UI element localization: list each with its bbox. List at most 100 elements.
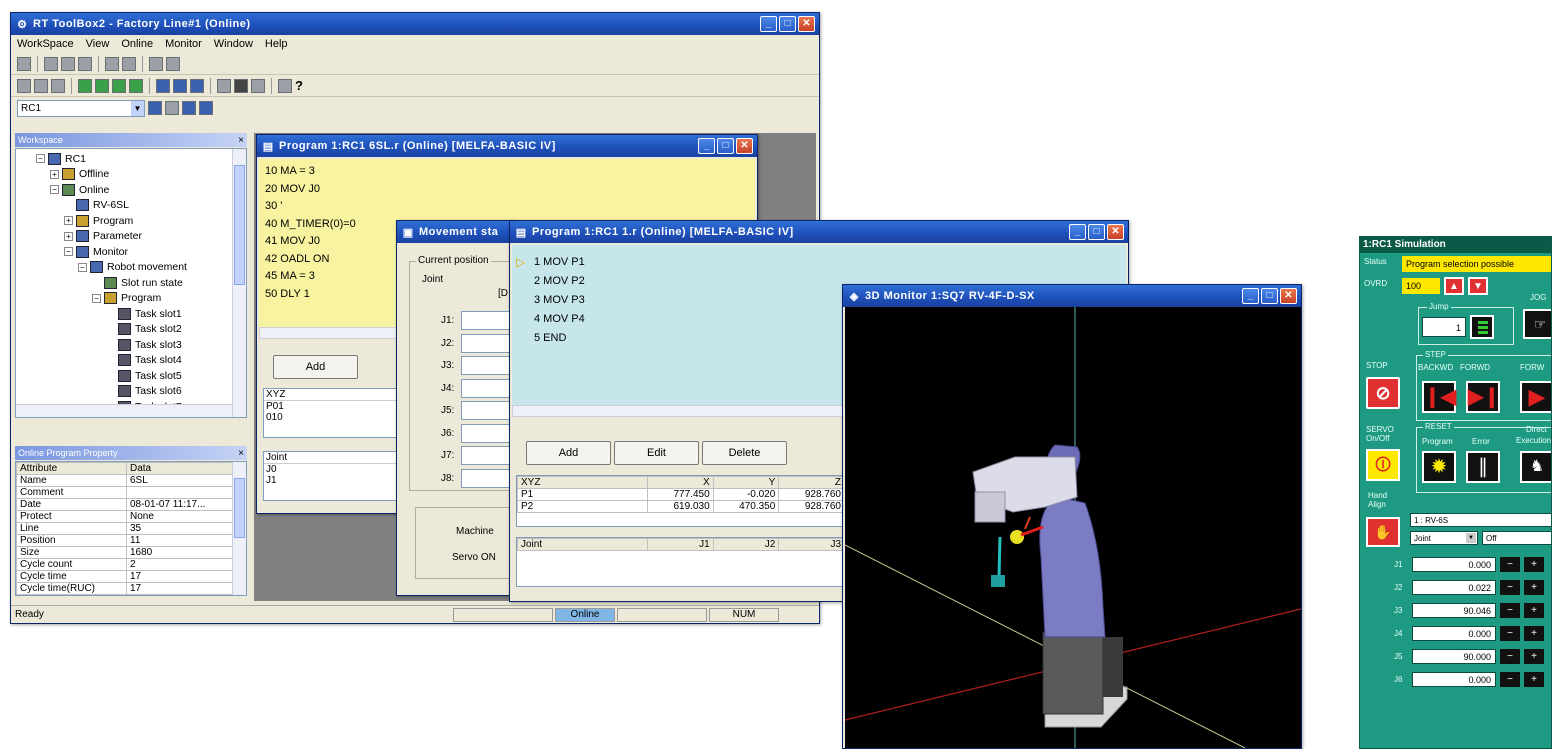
property-row[interactable]: Comment — [16, 486, 234, 499]
joint-header-j2[interactable]: J2 — [712, 538, 780, 551]
hand-align-button[interactable]: ✋ — [1366, 517, 1400, 547]
xyz-row[interactable]: 010 — [264, 412, 412, 423]
chevron-down-icon[interactable]: ▼ — [131, 100, 144, 116]
parameter-icon[interactable] — [173, 78, 187, 93]
tree-node[interactable]: + Parameter — [16, 229, 246, 245]
close-button[interactable]: ✕ — [1107, 224, 1124, 240]
save-icon[interactable] — [17, 56, 31, 71]
program-1-titlebar[interactable]: ▤ Program 1:RC1 1.r (Online) [MELFA-BASI… — [510, 221, 1128, 243]
tree-hscrollbar[interactable] — [16, 404, 232, 417]
program-line[interactable]: 1 MOV P1 — [534, 253, 822, 272]
tool-select[interactable]: Off — [1482, 531, 1551, 545]
close-icon[interactable]: × — [238, 135, 247, 146]
main-titlebar[interactable]: ⚙ RT ToolBox2 - Factory Line#1 (Online) … — [11, 13, 819, 35]
property-row[interactable]: Size 1680 — [16, 546, 234, 559]
jog-minus-button[interactable]: − — [1500, 672, 1520, 687]
redo-icon[interactable] — [122, 56, 136, 71]
joint-row[interactable]: J1 — [264, 475, 412, 486]
copy-icon[interactable] — [61, 56, 75, 71]
variable-icon[interactable] — [251, 78, 265, 93]
tree-node[interactable]: Task slot1 — [16, 306, 246, 322]
3d-monitor-titlebar[interactable]: ◈ 3D Monitor 1:SQ7 RV-4F-D-SX _ □ ✕ — [843, 285, 1301, 307]
ovrd-value[interactable]: 100 — [1402, 278, 1440, 294]
xyz-header-z[interactable]: Z — [778, 476, 845, 489]
edit-button[interactable]: Edit — [614, 441, 699, 465]
property-row[interactable]: Cycle count 2 — [16, 558, 234, 571]
joint-header-j1[interactable]: J1 — [647, 538, 714, 551]
property-header-data[interactable]: Data — [126, 462, 234, 475]
menu-help[interactable]: Help — [265, 38, 288, 50]
xyz-row[interactable]: P1 777.450 -0.020 928.760 — [517, 488, 845, 501]
offline-icon[interactable] — [95, 78, 109, 93]
collapse-icon[interactable]: − — [64, 247, 73, 257]
transfer-icon[interactable] — [51, 78, 65, 93]
tree-scrollbar[interactable] — [232, 149, 246, 417]
jump-input[interactable]: 1 — [1422, 317, 1466, 337]
joint-row[interactable]: J0 — [264, 464, 412, 475]
collapse-icon[interactable]: − — [78, 262, 87, 272]
paste-icon[interactable] — [78, 56, 92, 71]
property-scrollbar[interactable] — [232, 462, 246, 595]
jog-plus-button[interactable]: + — [1524, 626, 1544, 641]
jog-minus-button[interactable]: − — [1500, 557, 1520, 572]
program-6sl-titlebar[interactable]: ▤ Program 1:RC1 6SL.r (Online) [MELFA-BA… — [257, 135, 757, 157]
help-icon[interactable]: ? — [295, 78, 303, 93]
3d-viewport[interactable] — [845, 307, 1301, 748]
program-line[interactable]: 10 MA = 3 — [265, 163, 749, 181]
joint-header-name[interactable]: Joint — [517, 538, 648, 551]
edit-icon[interactable] — [165, 101, 179, 115]
jog-minus-button[interactable]: − — [1500, 649, 1520, 664]
tree-node[interactable]: − Robot movement — [16, 260, 246, 276]
collapse-icon[interactable]: − — [50, 185, 59, 195]
minimize-button[interactable]: _ — [760, 16, 777, 32]
close-button[interactable]: ✕ — [798, 16, 815, 32]
tree-node[interactable]: RV-6SL — [16, 198, 246, 214]
collapse-icon[interactable]: − — [36, 154, 45, 164]
program-line[interactable]: 5 END — [534, 329, 822, 348]
property-header-attribute[interactable]: Attribute — [16, 462, 127, 475]
controller-select[interactable]: RC1 ▼ — [17, 99, 145, 117]
xyz-row[interactable]: P2 619.030 470.350 928.760 — [517, 500, 845, 513]
io-icon[interactable] — [217, 78, 231, 93]
menu-view[interactable]: View — [86, 38, 110, 50]
chevron-down-icon[interactable]: ▼ — [1466, 533, 1476, 543]
expand-icon[interactable]: + — [64, 231, 73, 241]
monitor-icon[interactable] — [129, 78, 143, 93]
disconnect-icon[interactable] — [34, 78, 48, 93]
tree-node[interactable]: Task slot5 — [16, 368, 246, 384]
add-button[interactable]: Add — [273, 355, 358, 379]
jog-mode-select[interactable]: Joint ▼ — [1410, 531, 1478, 545]
maximize-button[interactable]: □ — [779, 16, 796, 32]
cut-icon[interactable] — [44, 56, 58, 71]
tree-node[interactable]: − Online — [16, 182, 246, 198]
step-backward-button[interactable]: ❙◀ — [1422, 381, 1456, 413]
config-icon[interactable] — [182, 101, 196, 115]
jog-button[interactable]: ☞ — [1523, 309, 1551, 339]
property-row[interactable]: Date 08-01-07 11:17... — [16, 498, 234, 511]
minimize-button[interactable]: _ — [1242, 288, 1259, 304]
robot-icon[interactable] — [234, 78, 248, 93]
tile-icon[interactable] — [149, 56, 163, 71]
property-row[interactable]: Position 11 — [16, 534, 234, 547]
menu-workspace[interactable]: WorkSpace — [17, 38, 74, 50]
jog-plus-button[interactable]: + — [1524, 557, 1544, 572]
ovrd-down-button[interactable]: ▼ — [1468, 277, 1488, 295]
tree-node[interactable]: + Program — [16, 213, 246, 229]
undo-icon[interactable] — [105, 56, 119, 71]
jog-plus-button[interactable]: + — [1524, 603, 1544, 618]
joint-header-j3[interactable]: J3 — [778, 538, 845, 551]
tree-node[interactable]: Task slot2 — [16, 322, 246, 338]
robot-select[interactable]: 1 : RV-6S — [1410, 513, 1551, 527]
online-icon[interactable] — [78, 78, 92, 93]
expand-icon[interactable]: + — [64, 216, 73, 226]
cascade-icon[interactable] — [166, 56, 180, 71]
menu-window[interactable]: Window — [214, 38, 253, 50]
program-line[interactable]: 30 ' — [265, 198, 749, 216]
program-line[interactable]: 2 MOV P2 — [534, 272, 822, 291]
xyz-header-name[interactable]: XYZ — [517, 476, 648, 489]
print-icon[interactable] — [278, 78, 292, 93]
jog-minus-button[interactable]: − — [1500, 580, 1520, 595]
movement-state-titlebar[interactable]: ▣ Movement sta — [397, 221, 515, 243]
stop-button[interactable]: ⊘ — [1366, 377, 1400, 409]
tree-node[interactable]: + Offline — [16, 167, 246, 183]
